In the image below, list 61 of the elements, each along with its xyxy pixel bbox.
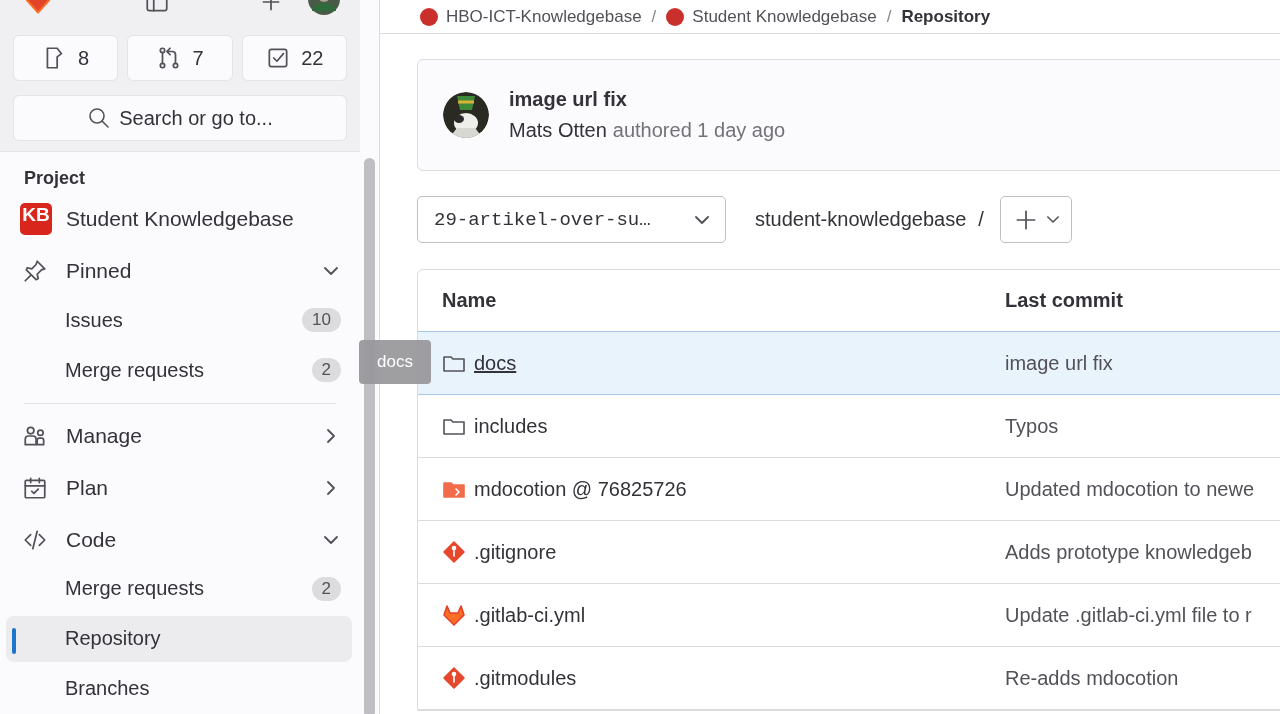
calendar-icon xyxy=(22,475,48,502)
issue-count-button[interactable]: 8 xyxy=(13,35,119,82)
search-field[interactable]: Search or go to... xyxy=(13,95,347,142)
chevron-down-icon xyxy=(1046,216,1059,223)
group-avatar xyxy=(420,7,438,26)
breadcrumb-separator: / xyxy=(651,6,657,27)
breadcrumb-link[interactable]: Student Knowledgebase xyxy=(692,6,877,27)
tooltip: docs xyxy=(359,340,431,384)
repository-path[interactable]: student-knowledgebase xyxy=(755,208,967,231)
gitlab-file-icon xyxy=(442,603,466,627)
commit-message-link[interactable]: Re-adds mdocotion xyxy=(1005,666,1280,690)
nav-item[interactable]: Branches xyxy=(6,665,352,712)
project-avatar: KB xyxy=(20,203,52,236)
commit-message-link[interactable]: Typos xyxy=(1005,414,1280,438)
nav-group[interactable]: Manage xyxy=(0,412,360,461)
column-header: Last commit xyxy=(1005,289,1124,312)
nav-group[interactable]: Code xyxy=(0,516,360,564)
nav-group[interactable]: Plan xyxy=(0,464,360,513)
merge-request-count-button[interactable]: 7 xyxy=(127,35,233,82)
group-avatar xyxy=(666,7,685,26)
count-badge: 2 xyxy=(311,358,341,383)
count-badge: 10 xyxy=(302,308,341,333)
chevron-down-icon xyxy=(324,267,338,276)
column-header: Name xyxy=(441,289,498,312)
commit-message-link[interactable]: image url fix xyxy=(1005,351,1280,375)
nav-group[interactable]: Pinned xyxy=(0,247,360,296)
file-name-link[interactable]: docs xyxy=(474,351,517,375)
file-name-link[interactable]: .gitlab-ci.yml xyxy=(474,603,586,627)
project-name[interactable]: Student Knowledgebase xyxy=(66,207,294,232)
file-name-link[interactable]: includes xyxy=(474,414,548,438)
path-separator: / xyxy=(978,208,984,231)
nav-item[interactable]: Merge requests 2 xyxy=(6,347,352,394)
nav-item[interactable]: Issues 10 xyxy=(6,297,352,344)
chevron-right-icon xyxy=(327,429,335,444)
add-dropdown-button[interactable] xyxy=(999,196,1072,243)
scrollbar-thumb[interactable] xyxy=(364,158,375,714)
commit-meta: authored 1 day ago xyxy=(612,119,786,142)
chevron-down-icon xyxy=(324,536,338,544)
todo-count-button[interactable]: 22 xyxy=(241,35,347,82)
commit-title[interactable]: image url fix xyxy=(509,88,786,111)
commit-message-link[interactable]: Adds prototype knowledgeb xyxy=(1005,540,1280,564)
search-icon xyxy=(87,106,112,131)
breadcrumb-link[interactable]: HBO-ICT-Knowledgebase xyxy=(446,6,642,27)
count-badge: 2 xyxy=(311,576,341,601)
commit-message-link[interactable]: Update .gitlab-ci.yml file to r xyxy=(1005,603,1280,627)
branch-dropdown[interactable]: 29-artikel-over-su… xyxy=(417,196,726,243)
chevron-down-icon xyxy=(695,215,709,224)
file-name-link[interactable]: .gitignore xyxy=(474,540,557,564)
section-title: Project xyxy=(23,167,87,191)
nav-item[interactable]: Repository xyxy=(6,615,352,662)
breadcrumb-link[interactable]: Repository xyxy=(901,6,991,27)
file-name-link[interactable]: .gitmodules xyxy=(474,666,577,690)
git-file-icon xyxy=(442,540,466,564)
commit-message-link[interactable]: Updated mdocotion to newe xyxy=(1005,477,1280,501)
pin-icon xyxy=(22,258,48,285)
author-name[interactable]: Mats Otten xyxy=(509,119,607,142)
file-name-link[interactable]: mdocotion @ 76825726 xyxy=(474,477,687,501)
breadcrumb-separator: / xyxy=(886,6,892,27)
nav-item[interactable]: Merge requests 2 xyxy=(6,565,352,612)
chevron-right-icon xyxy=(327,481,335,496)
git-file-icon xyxy=(442,666,466,690)
